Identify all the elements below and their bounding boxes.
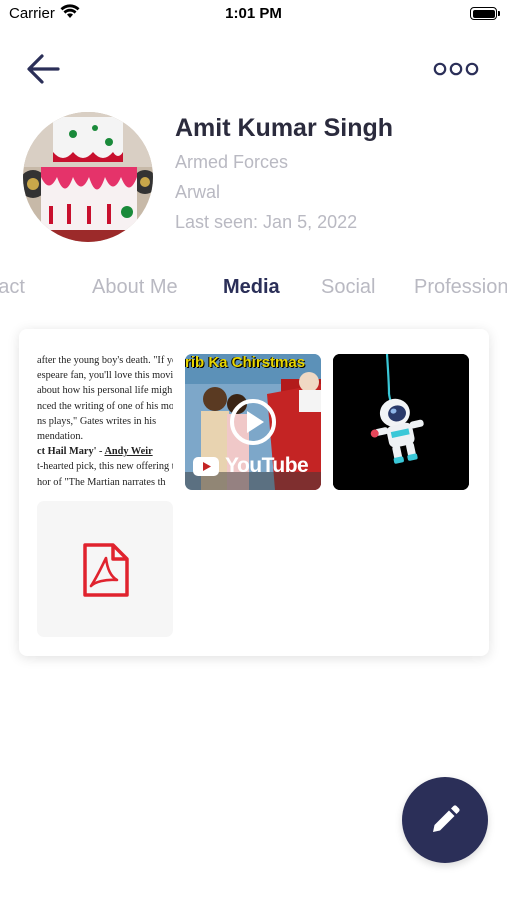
youtube-logo: YouTube [193,454,309,478]
arrow-left-icon [27,54,60,84]
media-thumbnail-astronaut[interactable] [333,354,469,490]
tab-about-me[interactable]: About Me [92,276,178,299]
more-horizontal-icon [433,62,479,76]
media-thumbnail-article[interactable]: after the young boy's death. "If yo espe… [37,353,173,489]
edit-fab-button[interactable] [402,777,488,863]
media-thumbnail-pdf[interactable] [37,501,173,637]
avatar [23,112,153,242]
battery-icon [470,7,500,20]
more-options-button[interactable] [430,58,482,80]
back-button[interactable] [24,50,64,88]
tab-contact[interactable]: Contact [0,276,25,299]
tab-media[interactable]: Media [223,276,280,299]
media-thumbnail-video[interactable]: rib Ka Chirstmas YouTube [185,354,321,490]
play-icon [230,399,276,445]
profile-last-seen: Last seen: Jan 5, 2022 [175,212,358,232]
media-grid-card: after the young boy's death. "If yo espe… [19,329,489,656]
article-text: after the young boy's death. "If yo espe… [37,355,173,488]
profile-tabs: Contact About Me Media Social Profession… [0,272,507,306]
youtube-wordmark: YouTube [225,454,309,477]
tab-social[interactable]: Social [321,276,375,299]
pdf-file-icon [83,543,129,597]
astronaut-image [333,354,469,490]
profile-location: Arwal [175,182,221,202]
status-bar: Carrier 1:01 PM [0,0,507,30]
tab-professional[interactable]: Professional [414,276,507,299]
profile-name: Amit Kumar Singh [175,114,394,142]
pencil-icon [433,805,460,832]
profile-occupation: Armed Forces [175,152,289,172]
video-title: rib Ka Chirstmas [185,354,306,371]
youtube-icon [193,456,219,476]
clock: 1:01 PM [225,5,282,22]
